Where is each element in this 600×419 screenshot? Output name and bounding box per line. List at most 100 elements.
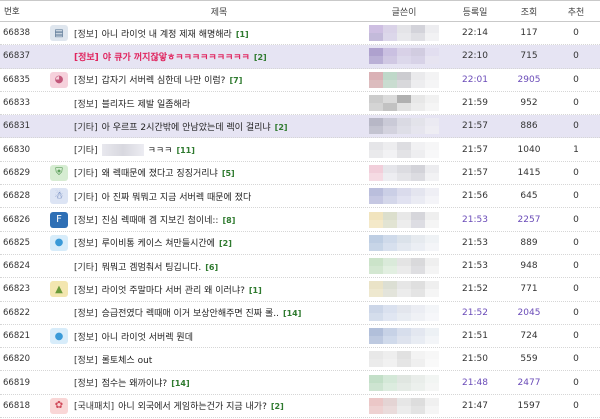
table-row[interactable]: 66824 [기타] 뭐뭐고 겜멈춰서 팅깁니다. [6] 21:53 948 0 [0, 255, 600, 279]
post-number: 66823 [3, 284, 31, 295]
post-title-link[interactable]: 진심 렉때매 겜 지보긴 첨이네:: [102, 216, 219, 226]
table-row[interactable]: 66828 ☃ [기타] 아 진짜 뭐뭐고 지금 서버렉 때문에 졌다 21:56 645… [0, 185, 600, 209]
post-title-link[interactable]: 루이비통 케이스 쳐만들시간에 [102, 239, 215, 249]
author-blurred[interactable] [364, 92, 444, 114]
mosaic-block [369, 48, 439, 65]
table-row[interactable]: 66825 ● [정보] 루이비통 케이스 쳐만들시간에 [2] 21:53 889 0 [0, 232, 600, 255]
post-title-link[interactable]: 왜 렉때문에 졌다고 징징거리냐 [102, 169, 218, 179]
comment-count[interactable]: [1] [249, 286, 262, 295]
author-blurred[interactable] [364, 395, 444, 417]
author-blurred[interactable] [364, 22, 444, 44]
post-subject[interactable]: [정보] 라이엇 주말마다 서버 관리 왜 이러냐? [1] [74, 283, 364, 296]
post-subject[interactable]: [기타] 뭐뭐고 겜멈춰서 팅깁니다. [6] [74, 260, 364, 273]
post-subject[interactable]: [기타] 왜 렉때문에 졌다고 징징거리냐 [5] [74, 166, 364, 179]
table-row[interactable]: 66830 [기타] ㅋㅋㅋ [11] 21:57 1040 1 [0, 138, 600, 162]
author-blurred[interactable] [364, 371, 444, 393]
post-category: [정보] [74, 52, 99, 63]
post-title-link[interactable]: 승급전였다 렉때매 이거 보상안해주면 진짜 롤.. [102, 309, 279, 319]
author-blurred[interactable] [364, 348, 444, 370]
post-subject[interactable]: [정보] 롤토체스 out [74, 353, 364, 366]
author-blurred[interactable] [364, 325, 444, 347]
post-subject[interactable]: [정보] 아니 라이엇 서버렉 뭔데 [74, 330, 364, 343]
post-title-link[interactable]: 아 진짜 뭐뭐고 지금 서버렉 때문에 졌다 [102, 193, 252, 203]
comment-count[interactable]: [2] [219, 239, 232, 248]
comment-count[interactable]: [2] [254, 53, 267, 62]
comment-count[interactable]: [14] [171, 379, 189, 388]
post-title-link[interactable]: 라이엇 주말마다 서버 관리 왜 이러냐? [102, 286, 245, 296]
post-list: 66838 ▤ [정보] 아니 라이엇 내 계정 제재 해명해라 [1] 22:14 117… [0, 22, 600, 419]
table-row[interactable]: 66819 [정보] 점수는 왜까이냐? [14] 21:48 2477 0 [0, 371, 600, 395]
post-subject[interactable]: [정보] 진심 렉때매 겜 지보긴 첨이네:: [8] [74, 213, 364, 226]
post-number: 66835 [3, 74, 31, 85]
post-title-link[interactable]: ㅋㅋㅋ [148, 146, 173, 156]
comment-count[interactable]: [1] [236, 30, 249, 39]
post-title-link[interactable]: 점수는 왜까이냐? [102, 379, 168, 389]
post-views: 1040 [517, 144, 541, 155]
post-recommend: 0 [573, 400, 579, 411]
author-blurred[interactable] [364, 232, 444, 254]
table-row[interactable]: 66833 [정보] 블리자드 제발 일좀해라 21:59 952 0 [0, 92, 600, 116]
comment-count[interactable]: [8] [222, 216, 235, 225]
table-row[interactable]: 66835 ◕ [정보] 갑자기 서버렉 심한데 나만 이럼? [7] 22:01 2905… [0, 69, 600, 92]
post-title-link[interactable]: 아 우르프 2시간밖에 안남았는데 렉이 걸리냐 [102, 123, 271, 133]
post-title-link[interactable]: 아니 외국에서 게임하는건가 지금 내가? [118, 402, 267, 412]
comment-count[interactable]: [14] [283, 309, 301, 318]
blurred-text [101, 144, 144, 157]
post-category: [정보] [74, 355, 98, 366]
post-subject[interactable]: [정보] 야 큐가 꺼지잖앟ㅎㅋㅋㅋㅋㅋㅋㅋㅋㅋ [2] [74, 50, 364, 63]
author-blurred[interactable] [364, 302, 444, 324]
author-blurred[interactable] [364, 185, 444, 207]
post-subject[interactable]: [국내패치] 아니 외국에서 게임하는건가 지금 내가? [2] [74, 399, 364, 412]
post-title-link[interactable]: 아니 라이엇 내 계정 제재 해명해라 [102, 30, 232, 40]
comment-count[interactable]: [2] [275, 123, 288, 132]
post-subject[interactable]: [정보] 루이비통 케이스 쳐만들시간에 [2] [74, 236, 364, 249]
table-row[interactable]: 66818 ✿ [국내패치] 아니 외국에서 게임하는건가 지금 내가? [2] 21:4… [0, 395, 600, 419]
post-title-link[interactable]: 갑자기 서버렉 심한데 나만 이럼? [102, 76, 226, 86]
table-row[interactable]: 66821 ● [정보] 아니 라이엇 서버렉 뭔데 21:51 724 0 [0, 325, 600, 349]
post-title-link[interactable]: 아니 라이엇 서버렉 뭔데 [102, 333, 193, 343]
character-icon: ☃ [50, 188, 68, 205]
mosaic-block [369, 281, 439, 298]
post-title-link[interactable]: 롤토체스 out [102, 356, 153, 366]
comment-count[interactable]: [11] [176, 146, 194, 155]
table-row[interactable]: 66838 ▤ [정보] 아니 라이엇 내 계정 제재 해명해라 [1] 22:14 117… [0, 22, 600, 46]
author-blurred[interactable] [364, 162, 444, 184]
comment-count[interactable]: [7] [229, 76, 242, 85]
post-views: 889 [520, 237, 538, 248]
post-subject[interactable]: [정보] 블리자드 제발 일좀해라 [74, 97, 364, 110]
post-subject[interactable]: [정보] 갑자기 서버렉 심한데 나만 이럼? [7] [74, 73, 364, 86]
author-blurred[interactable] [364, 115, 444, 137]
post-subject[interactable]: [정보] 아니 라이엇 내 계정 제재 해명해라 [1] [74, 27, 364, 40]
table-row[interactable]: 66831 [기타] 아 우르프 2시간밖에 안남았는데 렉이 걸리냐 [2] 21:5… [0, 115, 600, 139]
table-row[interactable]: 66823 ▲ [정보] 라이엇 주말마다 서버 관리 왜 이러냐? [1] 21:52 7… [0, 278, 600, 302]
post-title-link[interactable]: 뭐뭐고 겜멈춰서 팅깁니다. [102, 263, 202, 273]
author-blurred[interactable] [364, 138, 444, 160]
post-category: [기타] [74, 122, 98, 133]
table-row[interactable]: 66837 [정보] 야 큐가 꺼지잖앟ㅎㅋㅋㅋㅋㅋㅋㅋㅋㅋ [2] 22:10 715 0 [0, 45, 600, 69]
table-row[interactable]: 66829 ⛨ [기타] 왜 렉때문에 졌다고 징징거리냐 [5] 21:57 1415 0 [0, 162, 600, 186]
post-title-link[interactable]: 야 큐가 꺼지잖앟ㅎㅋㅋㅋㅋㅋㅋㅋㅋㅋ [103, 53, 250, 63]
table-header: 번호 제목 글쓴이 등록일 조회 추천 [0, 0, 600, 22]
post-views: 559 [520, 354, 538, 365]
author-blurred[interactable] [364, 278, 444, 300]
comment-count[interactable]: [6] [205, 263, 218, 272]
post-subject[interactable]: [기타] ㅋㅋㅋ [11] [74, 143, 364, 157]
comment-count[interactable]: [5] [222, 169, 235, 178]
post-recommend: 0 [573, 74, 579, 85]
post-category: [정보] [74, 29, 98, 40]
author-blurred[interactable] [364, 255, 444, 277]
mosaic-block [369, 351, 439, 368]
post-subject[interactable]: [정보] 승급전였다 렉때매 이거 보상안해주면 진짜 롤.. [14] [74, 306, 364, 319]
table-row[interactable]: 66822 [정보] 승급전였다 렉때매 이거 보상안해주면 진짜 롤.. [14] 2… [0, 302, 600, 325]
post-category: [정보] [74, 239, 98, 250]
post-subject[interactable]: [기타] 아 진짜 뭐뭐고 지금 서버렉 때문에 졌다 [74, 190, 364, 203]
author-blurred[interactable] [364, 208, 444, 230]
post-subject[interactable]: [정보] 점수는 왜까이냐? [14] [74, 376, 364, 389]
post-title-link[interactable]: 블리자드 제발 일좀해라 [102, 100, 191, 110]
author-blurred[interactable] [364, 45, 444, 67]
comment-count[interactable]: [2] [271, 402, 284, 411]
table-row[interactable]: 66826 F [정보] 진심 렉때매 겜 지보긴 첨이네:: [8] 21:53 2257… [0, 208, 600, 232]
author-blurred[interactable] [364, 69, 444, 91]
table-row[interactable]: 66820 [정보] 롤토체스 out 21:50 559 0 [0, 348, 600, 372]
post-subject[interactable]: [기타] 아 우르프 2시간밖에 안남았는데 렉이 걸리냐 [2] [74, 120, 364, 133]
